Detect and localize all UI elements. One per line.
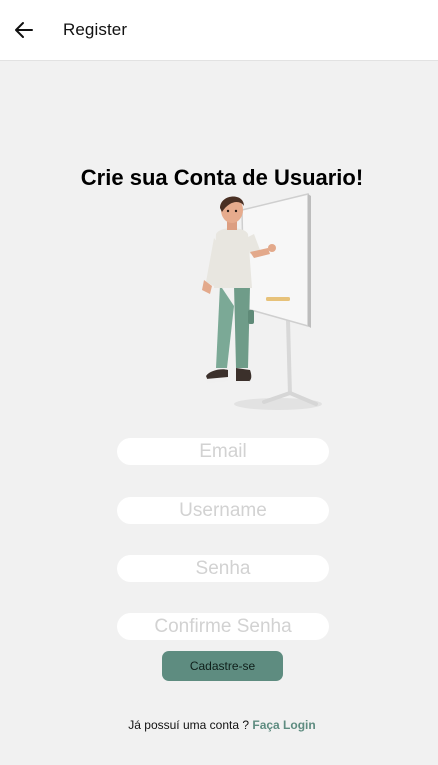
app-bar: Register xyxy=(0,0,438,61)
login-link[interactable]: Faça Login xyxy=(252,718,315,732)
password-field[interactable] xyxy=(117,555,329,582)
confirm-password-field[interactable] xyxy=(117,613,329,640)
username-field[interactable] xyxy=(117,497,329,524)
person-presenting-illustration xyxy=(202,193,322,410)
email-field[interactable] xyxy=(117,438,329,465)
register-button[interactable]: Cadastre-se xyxy=(162,651,283,681)
page-title: Register xyxy=(63,20,128,39)
login-prompt: Já possuí uma conta ? Faça Login xyxy=(0,718,438,732)
login-prompt-text: Já possuí uma conta ? xyxy=(128,718,250,732)
headline: Crie sua Conta de Usuario! xyxy=(80,165,364,190)
back-button[interactable] xyxy=(10,16,38,44)
arrow-left-icon xyxy=(15,22,33,38)
